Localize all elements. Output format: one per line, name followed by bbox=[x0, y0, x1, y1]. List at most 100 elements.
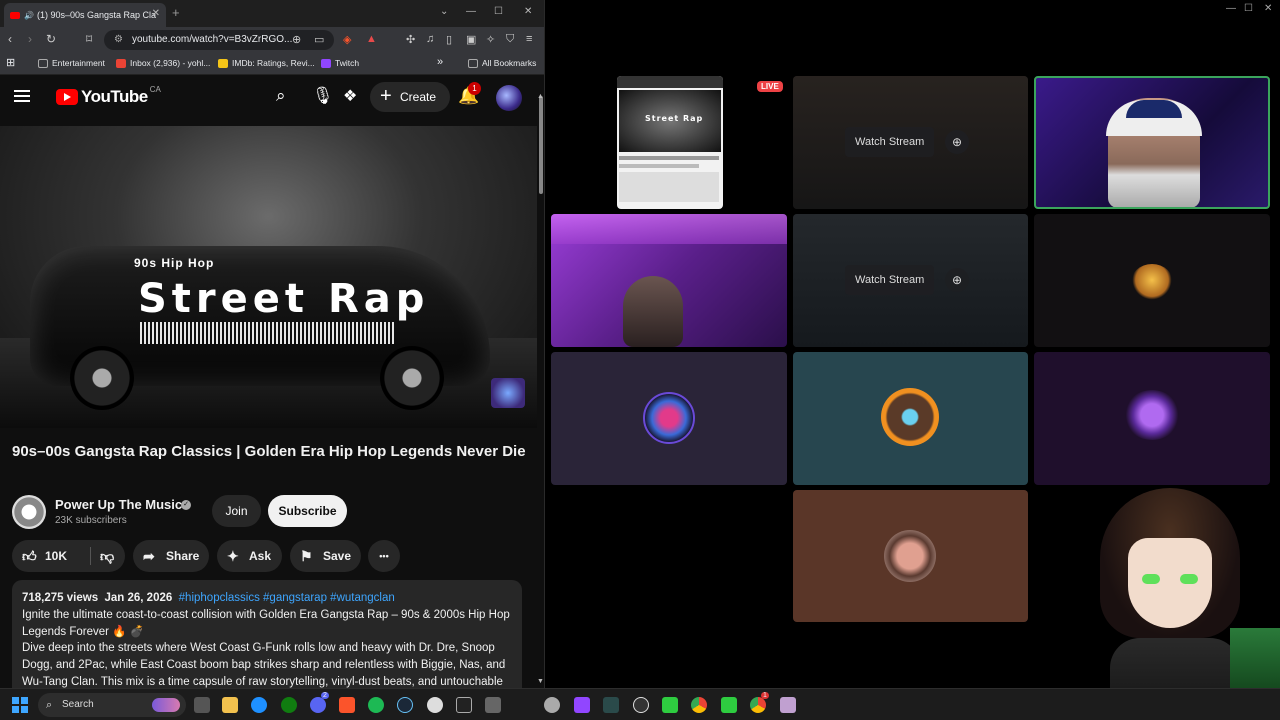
watch-stream-button[interactable]: Watch Stream bbox=[845, 265, 935, 295]
sidebar-icon[interactable]: ▯ bbox=[446, 33, 452, 46]
maximize-button[interactable]: ☐ bbox=[494, 6, 503, 17]
app-icon[interactable] bbox=[603, 697, 619, 713]
brave-shield-icon[interactable]: ◈ bbox=[343, 33, 351, 46]
stream-tile-1[interactable]: Watch Stream ⊕ bbox=[793, 76, 1028, 209]
webcam-tile-speaking[interactable] bbox=[1034, 76, 1270, 209]
forward-icon[interactable]: › bbox=[28, 32, 32, 46]
create-button[interactable]: Create bbox=[370, 81, 450, 112]
hamburger-menu-icon[interactable] bbox=[14, 90, 30, 102]
zoom-icon[interactable]: ⊕ bbox=[292, 33, 301, 46]
vtuber-avatar bbox=[1050, 478, 1280, 720]
minimize-button[interactable]: — bbox=[1226, 3, 1236, 14]
close-window-button[interactable]: ✕ bbox=[524, 6, 532, 17]
start-button[interactable] bbox=[12, 697, 28, 713]
scroll-down-arrow-icon[interactable]: ▼ bbox=[537, 678, 544, 685]
gemini-icon[interactable]: ❖ bbox=[343, 86, 357, 106]
wallet-icon[interactable]: ▣ bbox=[466, 33, 476, 46]
channel-watermark[interactable] bbox=[491, 378, 525, 408]
spotify-icon[interactable] bbox=[368, 697, 384, 713]
vpn-icon[interactable]: ⛉ bbox=[506, 33, 514, 46]
channel-name[interactable]: Power Up The Music bbox=[55, 497, 182, 512]
upload-date: Jan 26, 2026 bbox=[104, 592, 173, 604]
chrome-icon[interactable] bbox=[691, 697, 707, 713]
tab-youtube[interactable]: 🔊 (1) 90s–00s Gangsta Rap Cla ✕ bbox=[4, 3, 166, 27]
popout-stream-icon[interactable]: ⊕ bbox=[945, 130, 969, 154]
minimize-button[interactable]: — bbox=[466, 6, 476, 17]
youtube-logo[interactable]: YouTube CA bbox=[56, 85, 161, 107]
vtuber-eye bbox=[1142, 574, 1160, 584]
search-icon[interactable]: ⌕ bbox=[276, 86, 286, 106]
join-button[interactable]: Join bbox=[212, 495, 261, 527]
popout-stream-icon[interactable]: ⊕ bbox=[945, 268, 969, 292]
streaming-app-icon[interactable] bbox=[662, 697, 678, 713]
screen-share-tile[interactable]: Street Rap bbox=[617, 76, 723, 209]
app-icon[interactable] bbox=[544, 697, 560, 713]
more-actions-button[interactable]: ••• bbox=[368, 540, 400, 572]
webcam-tile-2[interactable] bbox=[551, 214, 787, 347]
file-explorer-icon[interactable] bbox=[222, 697, 238, 713]
scroll-up-arrow-icon[interactable]: ▲ bbox=[537, 93, 544, 100]
view-count: 718,275 views bbox=[22, 592, 99, 604]
bookmark-entertainment[interactable]: Entertainment bbox=[38, 58, 105, 68]
app-icon[interactable] bbox=[780, 697, 796, 713]
epic-games-icon[interactable] bbox=[456, 697, 472, 713]
account-avatar[interactable] bbox=[496, 85, 522, 111]
leo-icon[interactable]: ✧ bbox=[486, 33, 495, 46]
dislike-icon[interactable]: 👎︎ bbox=[100, 540, 114, 572]
ask-button[interactable]: ✦ Ask bbox=[217, 540, 282, 572]
app-icon[interactable] bbox=[485, 697, 501, 713]
channel-avatar[interactable] bbox=[12, 495, 46, 529]
bookmark-twitch[interactable]: Twitch bbox=[321, 58, 359, 68]
user-tile-6[interactable] bbox=[1034, 352, 1270, 485]
close-tab-icon[interactable]: ✕ bbox=[152, 8, 160, 19]
bookmark-icon[interactable]: ⌑ bbox=[86, 32, 92, 46]
hashtags[interactable]: #hiphopclassics #gangstarap #wutangclan bbox=[179, 592, 395, 604]
bookmark-imdb[interactable]: IMDb: Ratings, Revi... bbox=[218, 58, 315, 68]
taskbar-search[interactable]: ⌕ Search bbox=[38, 693, 186, 717]
cast-icon[interactable]: ▭ bbox=[314, 33, 324, 46]
maximize-button[interactable]: ☐ bbox=[1244, 3, 1253, 14]
new-tab-button[interactable]: + bbox=[172, 5, 180, 20]
watch-stream-button[interactable]: Watch Stream bbox=[845, 127, 935, 157]
edge-icon[interactable] bbox=[251, 697, 267, 713]
user-tile-5[interactable] bbox=[793, 352, 1028, 485]
back-icon[interactable]: ‹ bbox=[8, 32, 12, 46]
more-bookmarks-button[interactable]: » bbox=[437, 56, 443, 68]
share-button[interactable]: ➦ Share bbox=[133, 540, 209, 572]
video-player[interactable]: 90s Hip Hop Street Rap bbox=[0, 126, 537, 428]
shared-thumbnail: Street Rap bbox=[619, 90, 721, 152]
all-bookmarks[interactable]: All Bookmarks bbox=[468, 58, 536, 68]
brave-icon[interactable] bbox=[339, 697, 355, 713]
menu-icon[interactable]: ≡ bbox=[526, 33, 532, 45]
bookmark-inbox[interactable]: Inbox (2,936) - yohl... bbox=[116, 58, 210, 68]
extensions-icon[interactable]: ✣ bbox=[406, 33, 415, 46]
obs-icon[interactable] bbox=[427, 697, 443, 713]
task-view-icon[interactable] bbox=[194, 697, 210, 713]
scrollbar-thumb[interactable] bbox=[539, 96, 543, 194]
subscribe-button[interactable]: Subscribe bbox=[268, 495, 347, 527]
like-icon[interactable]: 👍︎ bbox=[22, 540, 37, 572]
reload-icon[interactable]: ↻ bbox=[46, 32, 56, 46]
streaming-app-icon[interactable] bbox=[721, 697, 737, 713]
user-tile-4[interactable] bbox=[551, 352, 787, 485]
stream-tile-2[interactable]: Watch Stream ⊕ bbox=[793, 214, 1028, 347]
chrome-icon[interactable] bbox=[750, 697, 766, 713]
microphone-icon[interactable]: 🎙 bbox=[312, 86, 334, 106]
close-window-button[interactable]: ✕ bbox=[1264, 3, 1272, 14]
user-tile-7[interactable] bbox=[793, 490, 1028, 622]
save-button[interactable]: ⚑ Save bbox=[290, 540, 361, 572]
thumbnail-wheel bbox=[70, 346, 134, 410]
discord-icon[interactable] bbox=[310, 697, 326, 713]
user-tile-3[interactable] bbox=[1034, 214, 1270, 347]
rewards-icon[interactable]: ▲ bbox=[366, 33, 377, 45]
like-count[interactable]: 10K bbox=[45, 540, 67, 572]
site-info-icon[interactable]: ⚙ bbox=[114, 30, 123, 50]
settings-icon[interactable] bbox=[633, 697, 649, 713]
twitch-icon[interactable] bbox=[574, 697, 590, 713]
apps-icon[interactable]: ⊞ bbox=[6, 56, 15, 69]
steam-icon[interactable] bbox=[397, 697, 413, 713]
media-icon[interactable]: ♫ bbox=[426, 33, 434, 45]
tab-search-icon[interactable]: ⌄ bbox=[440, 6, 448, 17]
xbox-icon[interactable] bbox=[281, 697, 297, 713]
description-box[interactable]: 718,275 views Jan 26, 2026 #hiphopclassi… bbox=[12, 580, 522, 688]
